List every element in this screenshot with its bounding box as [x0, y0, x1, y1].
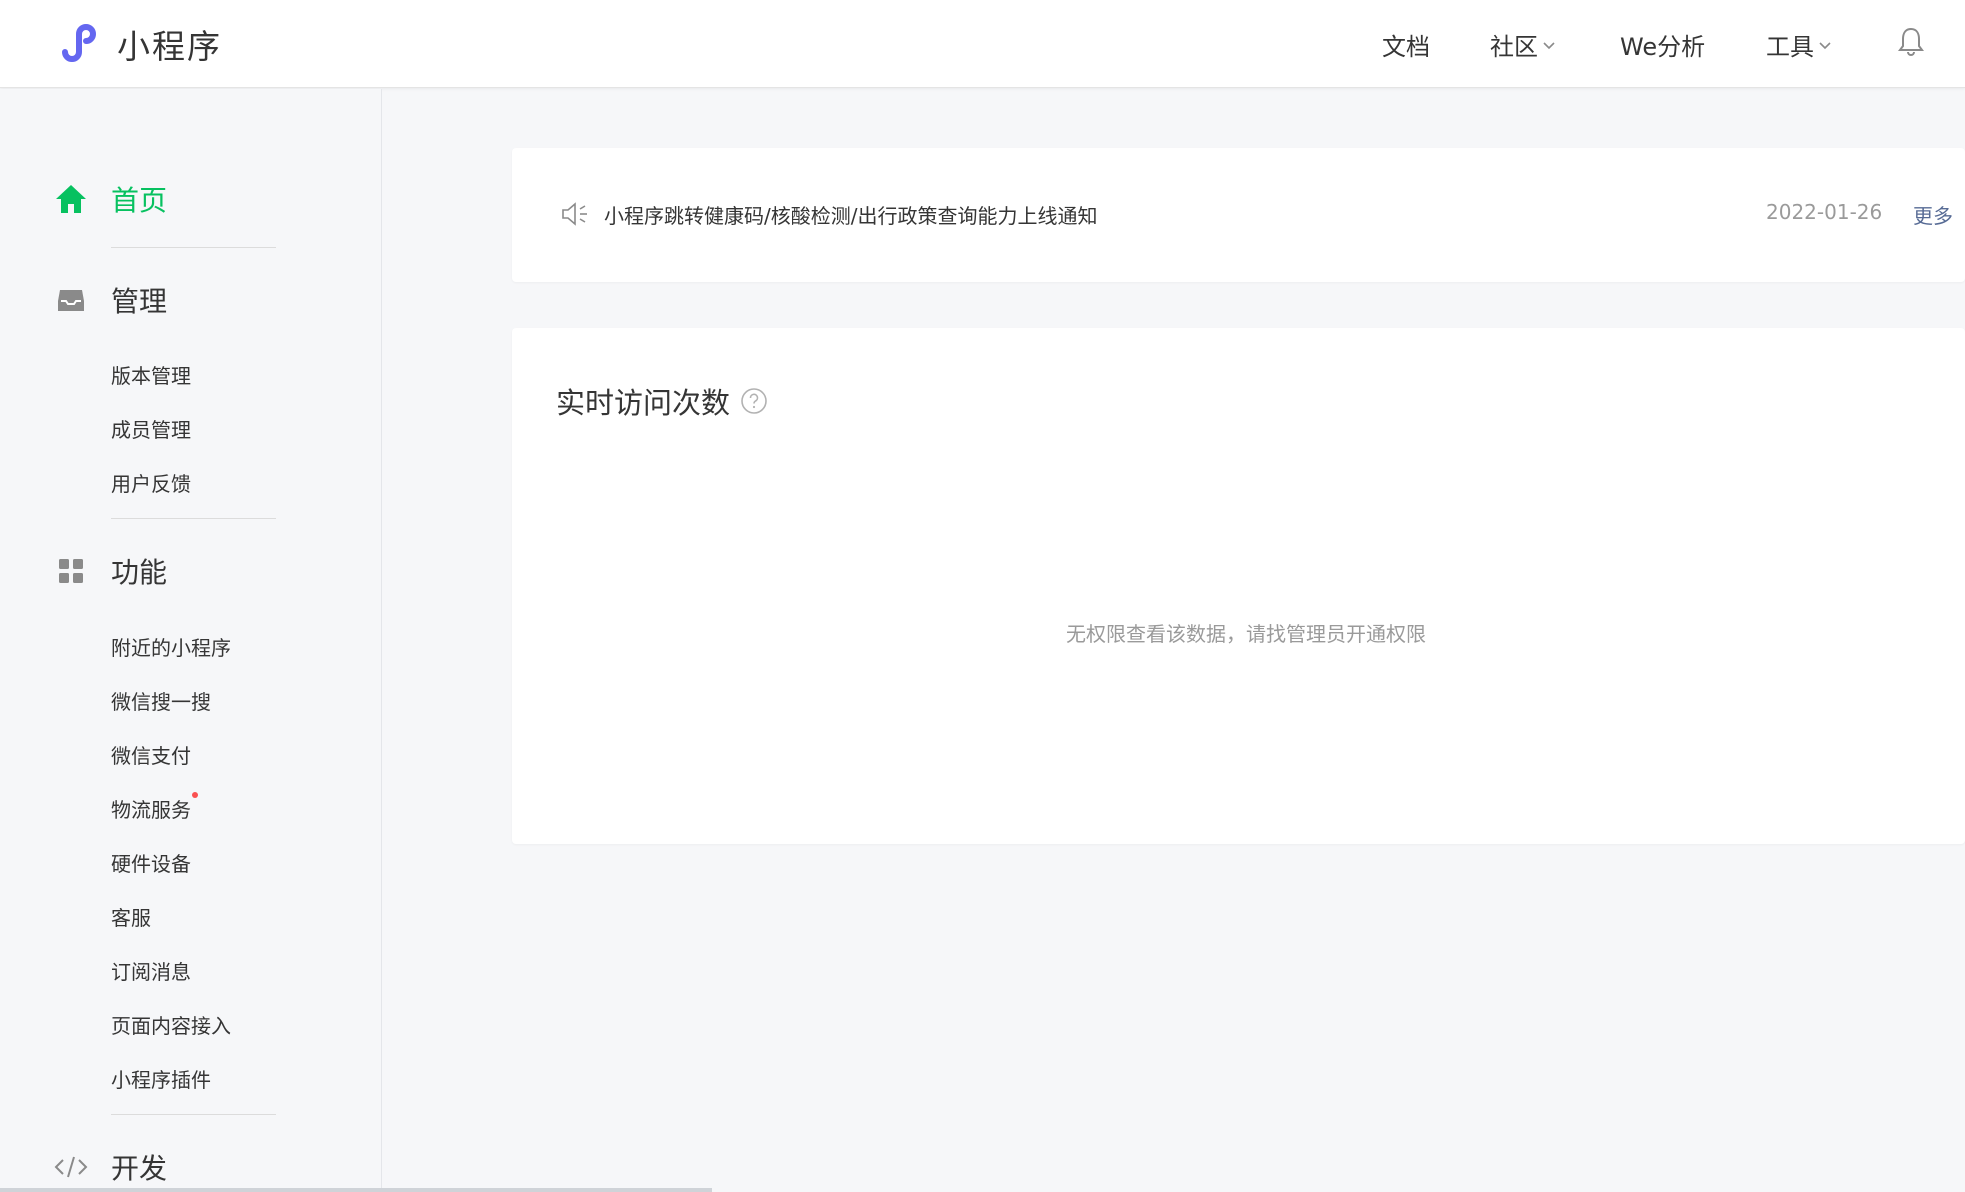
nav-community[interactable]: 社区	[1490, 0, 1556, 88]
sidebar-item-home[interactable]: 首页	[54, 179, 167, 219]
sidebar-item-wechat-pay[interactable]: 微信支付	[111, 740, 191, 769]
nav-community-label: 社区	[1490, 32, 1538, 61]
nav-we-analytics-label: We分析	[1620, 32, 1706, 61]
sidebar-item-logistics[interactable]: 物流服务	[111, 792, 198, 823]
chevron-down-icon	[1542, 30, 1556, 58]
app-logo[interactable]: 小程序	[55, 18, 222, 70]
sidebar-item-page-content[interactable]: 页面内容接入	[111, 1010, 231, 1039]
nav-docs-label: 文档	[1382, 32, 1430, 61]
sidebar-item-logistics-label: 物流服务	[111, 798, 191, 822]
notice-more-link[interactable]: 更多	[1913, 200, 1953, 229]
realtime-visits-title-label: 实时访问次数	[556, 386, 731, 420]
code-icon	[54, 1150, 88, 1184]
question-icon[interactable]	[740, 387, 768, 415]
sidebar-group-features-label: 功能	[111, 556, 168, 589]
app-title: 小程序	[117, 27, 222, 66]
speaker-icon	[560, 201, 590, 231]
realtime-visits-card: 实时访问次数 无权限查看该数据，请找管理员开通权限	[512, 328, 1965, 844]
sidebar-group-manage[interactable]: 管理	[54, 280, 167, 320]
sidebar-group-features[interactable]: 功能	[54, 551, 167, 591]
notice-card: 小程序跳转健康码/核酸检测/出行政策查询能力上线通知 2022-01-26 更多	[512, 148, 1965, 282]
sidebar-group-develop-label: 开发	[111, 1152, 168, 1185]
sidebar-group-develop[interactable]: 开发	[54, 1147, 167, 1187]
nav-we-analytics[interactable]: We分析	[1620, 0, 1705, 88]
sidebar-item-wechat-search[interactable]: 微信搜一搜	[111, 686, 211, 715]
home-icon	[54, 182, 88, 216]
nav-tools[interactable]: 工具	[1766, 0, 1832, 88]
no-permission-message: 无权限查看该数据，请找管理员开通权限	[1066, 622, 1426, 646]
sidebar: 首页 管理 版本管理 成员管理 用户反馈 功能 附近的小程序 微信搜一搜 微信支…	[0, 89, 382, 1192]
notice-link[interactable]: 小程序跳转健康码/核酸检测/出行政策查询能力上线通知	[604, 200, 1097, 229]
sidebar-item-member-management[interactable]: 成员管理	[111, 414, 191, 443]
sidebar-divider	[111, 247, 276, 248]
sidebar-item-home-label: 首页	[111, 184, 168, 217]
new-badge-dot	[192, 792, 198, 798]
chevron-down-icon	[1818, 30, 1832, 58]
sidebar-item-hardware[interactable]: 硬件设备	[111, 848, 191, 877]
sidebar-item-subscription-messages[interactable]: 订阅消息	[111, 956, 191, 985]
sidebar-group-manage-label: 管理	[111, 285, 168, 318]
sidebar-item-customer-service[interactable]: 客服	[111, 902, 151, 931]
bell-icon	[1897, 26, 1925, 62]
top-header: 小程序 文档 社区 We分析 工具	[0, 0, 1965, 88]
miniprogram-logo-icon	[55, 18, 103, 70]
sidebar-item-user-feedback[interactable]: 用户反馈	[111, 468, 191, 497]
sidebar-divider	[111, 518, 276, 519]
nav-docs[interactable]: 文档	[1382, 0, 1430, 88]
sidebar-item-nearby-miniprograms[interactable]: 附近的小程序	[111, 632, 231, 661]
nav-tools-label: 工具	[1766, 32, 1814, 61]
horizontal-scrollbar[interactable]	[0, 1188, 712, 1192]
inbox-icon	[54, 283, 88, 317]
sidebar-divider	[111, 1114, 276, 1115]
notice-date: 2022-01-26	[1766, 200, 1883, 224]
grid-icon	[54, 554, 88, 588]
sidebar-item-plugins[interactable]: 小程序插件	[111, 1064, 211, 1093]
notifications-button[interactable]	[1897, 0, 1925, 88]
realtime-visits-title: 实时访问次数	[556, 380, 768, 422]
sidebar-item-version-management[interactable]: 版本管理	[111, 360, 191, 389]
